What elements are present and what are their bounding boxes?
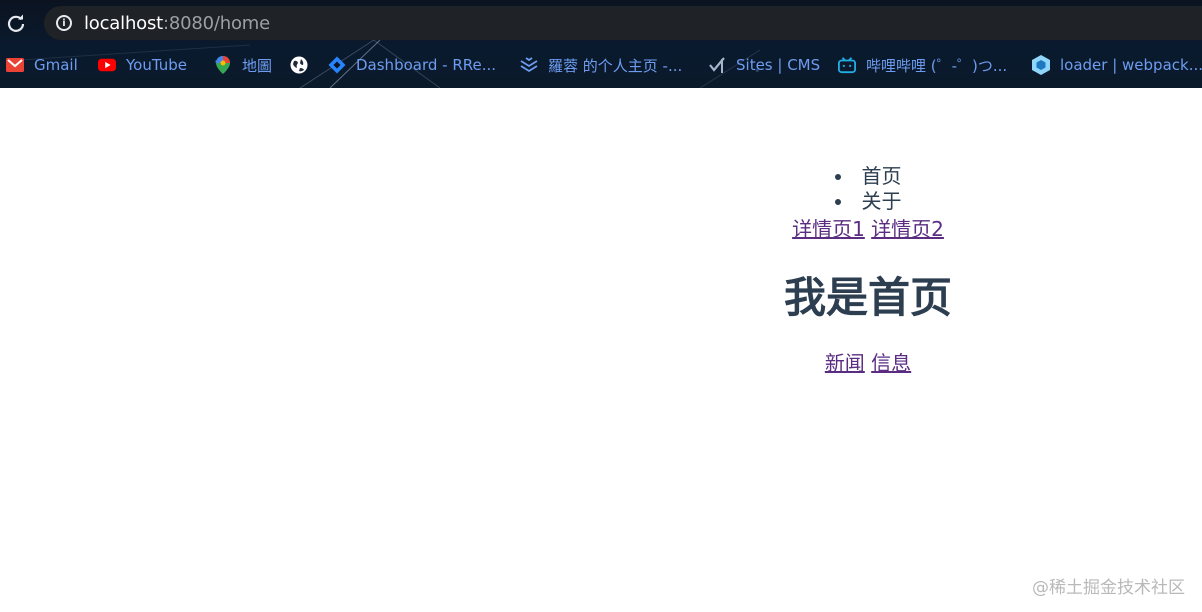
- sub-nav: 新闻 信息: [534, 350, 1202, 376]
- nav-item-about[interactable]: 关于: [534, 189, 1202, 214]
- detail-link-1[interactable]: 详情页1: [792, 217, 865, 241]
- reload-button[interactable]: [5, 12, 27, 34]
- page-title: 我是首页: [783, 273, 952, 322]
- maps-icon: [214, 56, 232, 74]
- profile-icon: [520, 56, 538, 74]
- bookmark-maps[interactable]: 地圖: [214, 55, 290, 76]
- youtube-icon: [98, 56, 116, 74]
- bookmark-label: 地圖: [242, 56, 273, 75]
- dashboard-icon: [328, 56, 346, 74]
- browser-chrome: i localhost:8080/home Gmail YouTube 地圖 D…: [0, 0, 1202, 88]
- bookmark-bilibili[interactable]: 哔哩哔哩 (゜-゜)つ...: [838, 55, 1032, 76]
- site-info-icon[interactable]: i: [56, 15, 72, 31]
- info-link[interactable]: 信息: [871, 351, 911, 375]
- detail-link-2[interactable]: 详情页2: [871, 217, 944, 241]
- url-path: :8080/home: [163, 12, 270, 34]
- news-link[interactable]: 新闻: [825, 351, 865, 375]
- nav-item-home[interactable]: 首页: [534, 164, 1202, 189]
- gmail-icon: [6, 56, 24, 74]
- bookmark-label: Dashboard - RRe...: [356, 56, 497, 74]
- url-text[interactable]: localhost:8080/home: [84, 13, 270, 34]
- bookmark-gmail[interactable]: Gmail: [6, 56, 98, 74]
- bookmark-label: loader | webpack...: [1060, 56, 1202, 74]
- bookmark-youtube[interactable]: YouTube: [98, 56, 214, 74]
- bookmark-webpack[interactable]: loader | webpack...: [1032, 55, 1202, 75]
- main-nav: 首页 关于: [534, 164, 1202, 214]
- watermark: @稀土掘金技术社区: [1032, 578, 1185, 598]
- reload-icon: [7, 14, 25, 32]
- bookmark-label: Gmail: [34, 56, 78, 74]
- globe-icon: [290, 56, 308, 74]
- bookmark-label: YouTube: [126, 56, 187, 74]
- bookmark-label: 哔哩哔哩 (゜-゜)つ...: [866, 56, 1008, 75]
- bilibili-icon: [838, 56, 856, 74]
- bookmark-label: Sites | CMS: [736, 56, 821, 74]
- bookmark-label: 羅蓉 的个人主页 -...: [548, 56, 683, 75]
- url-host: localhost: [84, 12, 163, 34]
- bookmark-dashboard[interactable]: Dashboard - RRe...: [328, 56, 520, 74]
- bookmarks-bar: Gmail YouTube 地圖 Dashboard - RRe... 羅蓉 的…: [0, 46, 1202, 84]
- app-root: 首页 关于 详情页1 详情页2 我是首页 新闻 信息: [534, 88, 1202, 376]
- bookmark-profile[interactable]: 羅蓉 的个人主页 -...: [520, 55, 708, 76]
- detail-links: 详情页1 详情页2: [534, 216, 1202, 242]
- bookmark-globe[interactable]: [290, 56, 328, 74]
- webpack-icon: [1032, 55, 1050, 75]
- bookmark-sites-cms[interactable]: Sites | CMS: [708, 56, 838, 74]
- address-bar[interactable]: i localhost:8080/home: [44, 6, 1202, 40]
- sites-icon: [708, 56, 726, 74]
